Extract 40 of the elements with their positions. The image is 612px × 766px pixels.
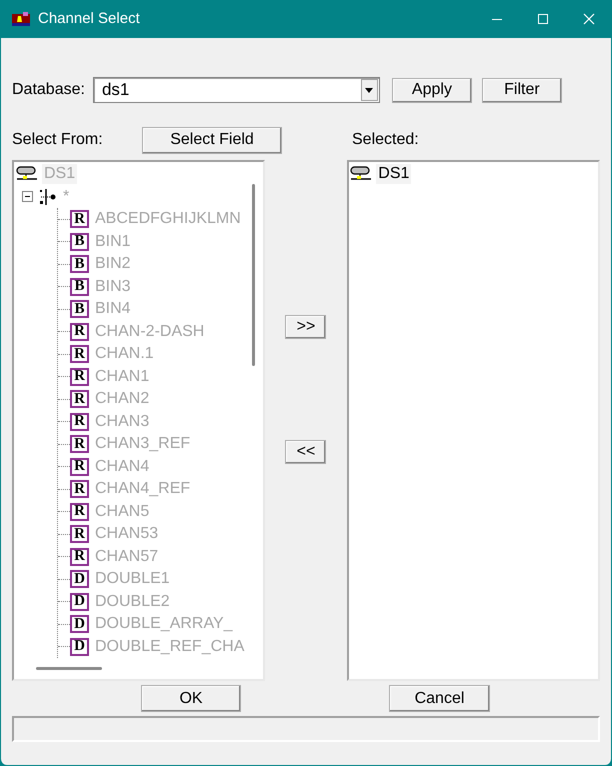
tree-item[interactable]: DS1 xyxy=(376,164,412,184)
structure-icon xyxy=(39,188,57,205)
field-type-icon: D xyxy=(70,638,89,656)
field-type-icon: D xyxy=(70,615,89,634)
field-type-icon: R xyxy=(70,458,89,476)
add-button[interactable]: >> xyxy=(285,315,326,339)
field-type-icon: R xyxy=(70,210,89,228)
cancel-button[interactable]: Cancel xyxy=(389,685,490,712)
field-type-icon: B xyxy=(70,300,89,318)
field-type-icon: R xyxy=(70,368,89,386)
field-type-icon: D xyxy=(70,592,89,611)
field-type-icon: B xyxy=(70,255,89,274)
field-type-icon: B xyxy=(70,278,89,296)
window-title: Channel Select xyxy=(38,8,140,29)
field-type-icon: R xyxy=(70,502,89,521)
select-from-label: Select From: xyxy=(12,130,104,150)
database-dropdown[interactable]: ds1 xyxy=(92,77,380,103)
vertical-scrollbar[interactable] xyxy=(252,184,255,366)
field-type-icon: D xyxy=(70,570,89,588)
horizontal-scrollbar[interactable] xyxy=(36,667,102,670)
filter-button[interactable]: Filter xyxy=(482,78,562,102)
field-type-icon: R xyxy=(70,480,89,498)
close-icon xyxy=(583,13,595,25)
select-field-button[interactable]: Select Field xyxy=(142,126,282,154)
database-icon xyxy=(350,166,372,182)
remove-button[interactable]: << xyxy=(285,440,326,464)
apply-button[interactable]: Apply xyxy=(392,78,472,102)
field-type-icon: B xyxy=(70,232,89,251)
field-type-icon: R xyxy=(70,412,89,431)
field-type-icon: R xyxy=(70,435,89,454)
database-label: Database: xyxy=(12,80,85,100)
field-type-icon: R xyxy=(70,322,89,341)
selected-label: Selected: xyxy=(352,130,419,150)
database-icon xyxy=(16,166,38,182)
field-type-icon: R xyxy=(70,525,89,544)
app-icon xyxy=(12,12,30,26)
field-type-icon: R xyxy=(70,548,89,566)
ok-button[interactable]: OK xyxy=(141,685,241,712)
field-type-icon: R xyxy=(70,390,89,408)
field-type-icon: R xyxy=(70,345,89,364)
